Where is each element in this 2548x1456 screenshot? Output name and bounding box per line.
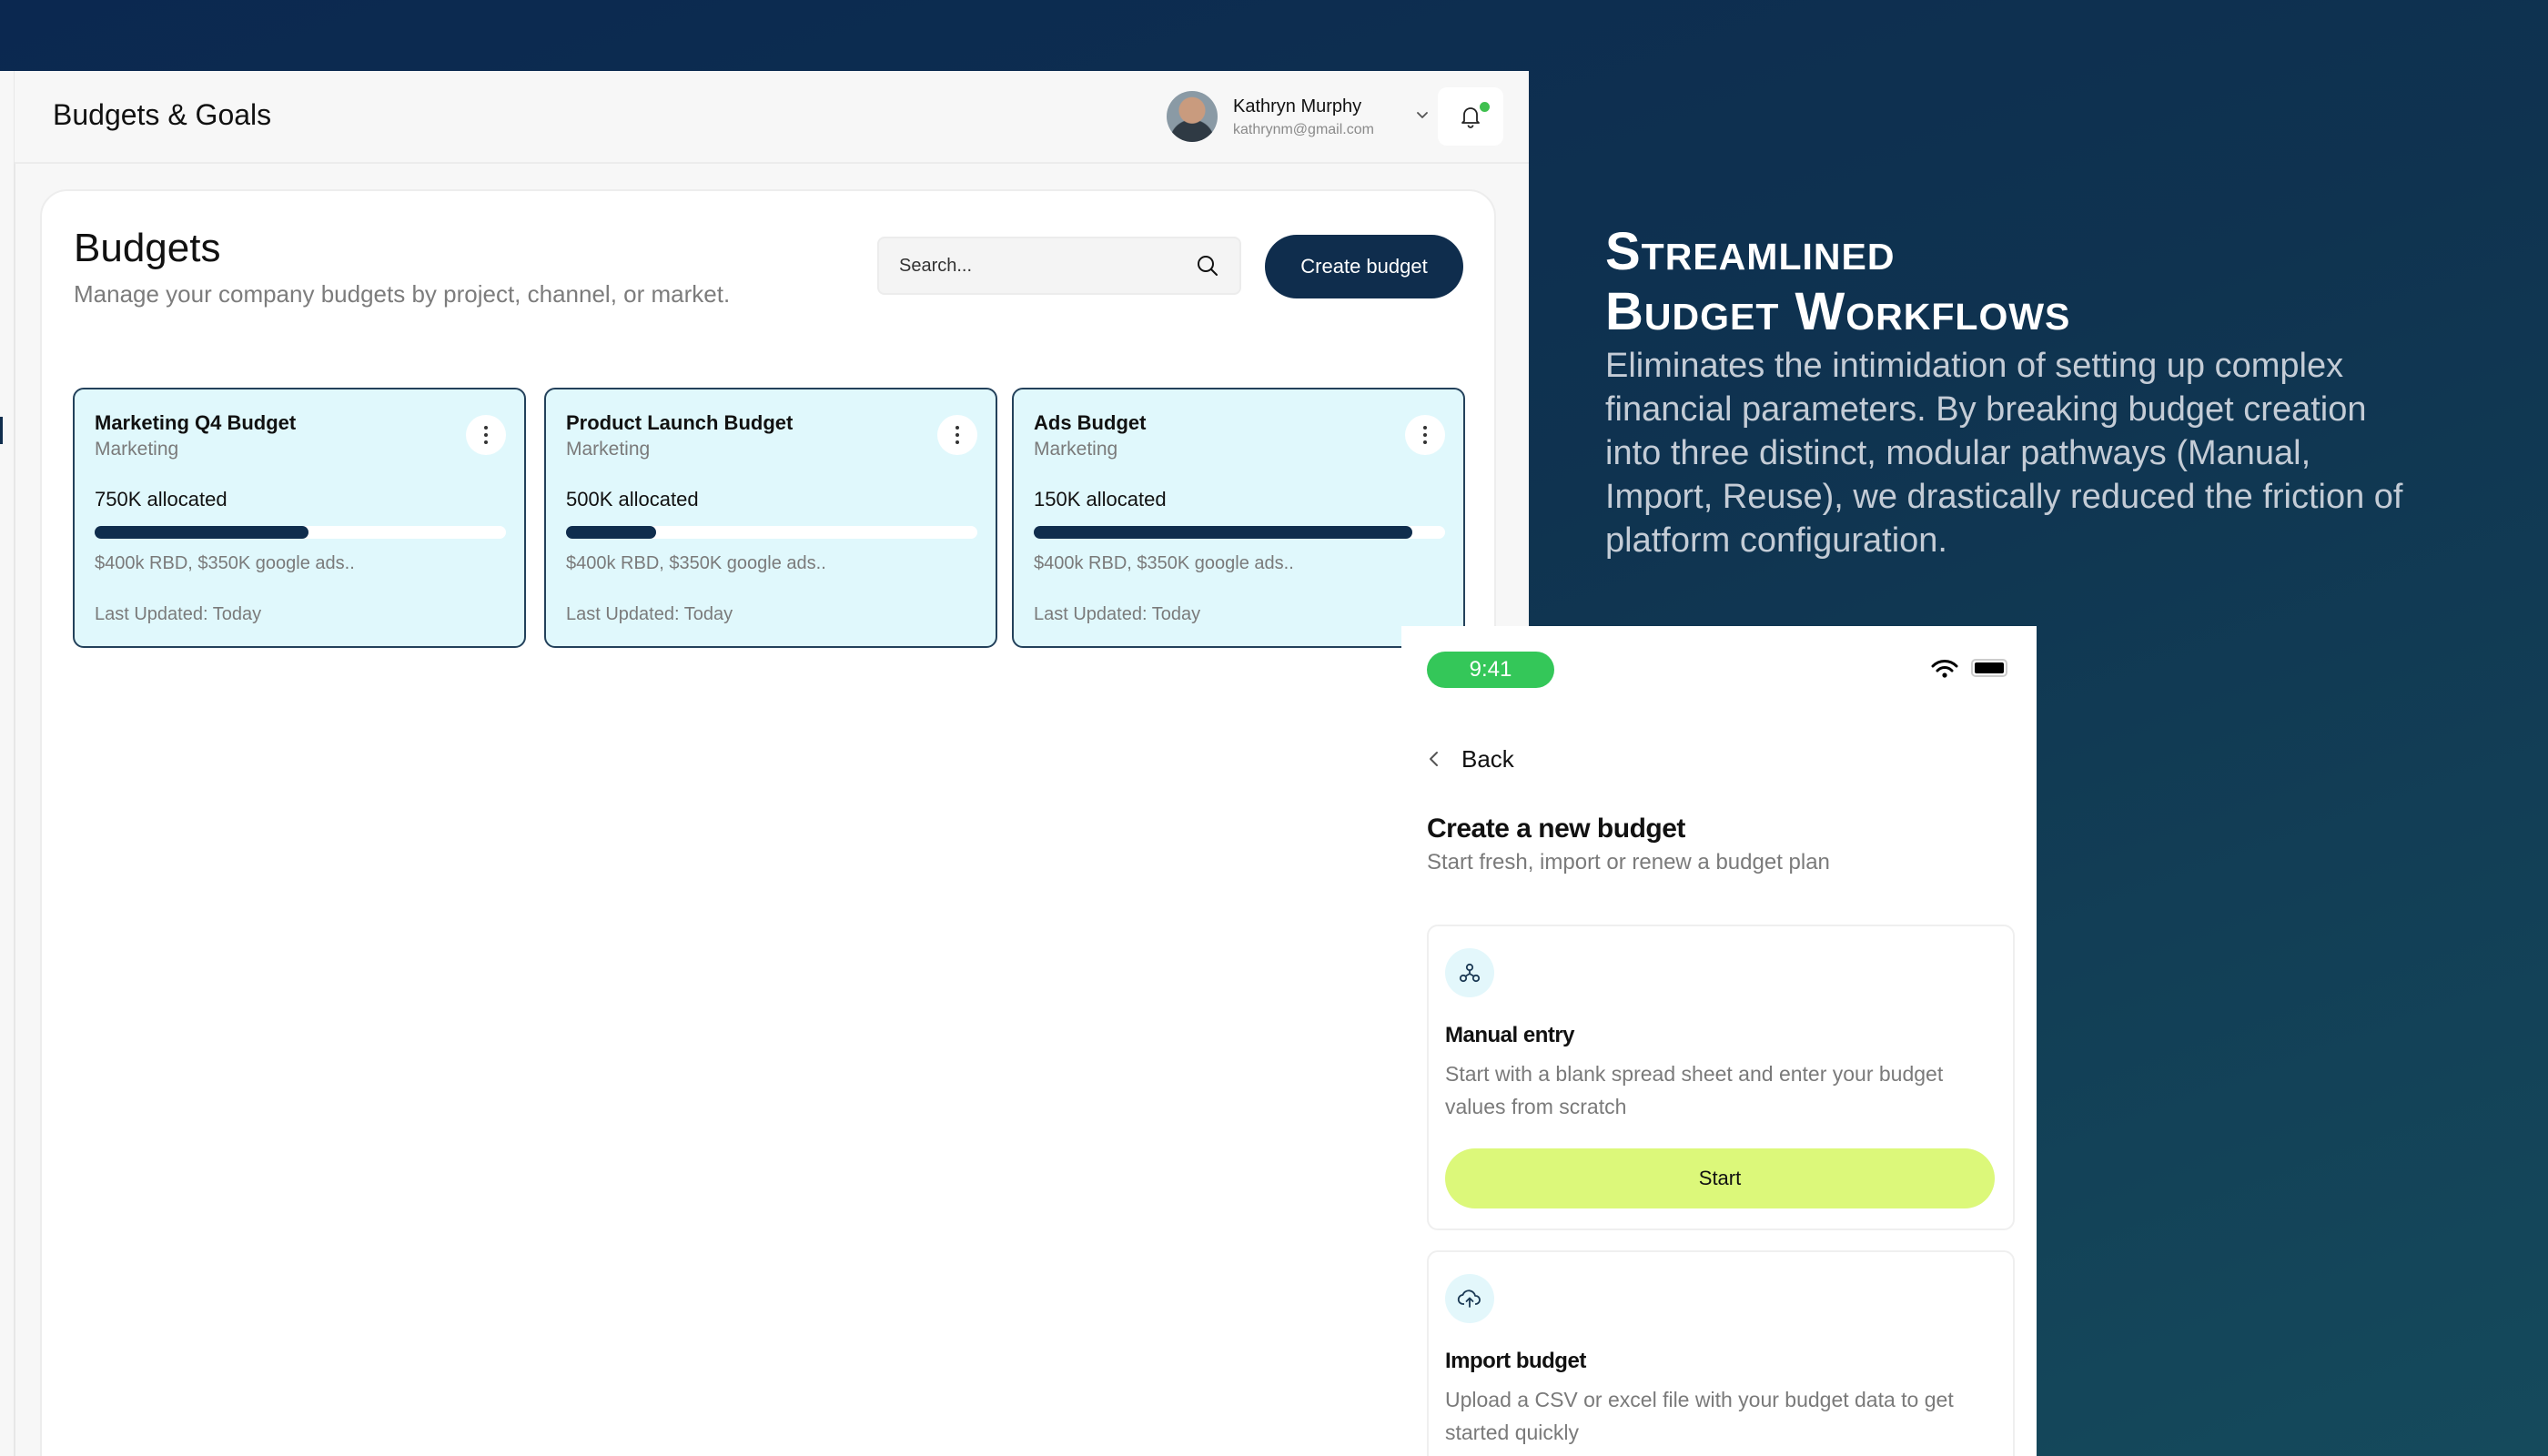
app-title: Budgets & Goals bbox=[53, 98, 272, 131]
budget-progress-fill bbox=[566, 526, 657, 539]
budget-progress-fill bbox=[95, 526, 309, 539]
mobile-screen: 9:41 Back Create a new budget Start fres… bbox=[1401, 626, 2037, 1456]
headline-line-2: Budget Workflows bbox=[1605, 282, 2071, 341]
option-description: Upload a CSV or excel file with your bud… bbox=[1445, 1388, 1954, 1444]
budget-name: Ads Budget bbox=[1034, 411, 1147, 434]
headline-line-1: Streamlined bbox=[1605, 222, 1896, 281]
option-title: Manual entry bbox=[1445, 1023, 1575, 1047]
budget-allocated: 150K allocated bbox=[1034, 488, 1167, 511]
chevron-left-icon bbox=[1430, 752, 1438, 766]
budget-name: Marketing Q4 Budget bbox=[95, 411, 297, 434]
mobile-subtitle: Start fresh, import or renew a budget pl… bbox=[1427, 850, 1830, 875]
budget-details: $400k RBD, $350K google ads.. bbox=[566, 553, 826, 573]
budget-updated: Last Updated: Today bbox=[1034, 604, 1201, 624]
budget-allocated: 500K allocated bbox=[566, 488, 699, 511]
budget-updated: Last Updated: Today bbox=[566, 604, 733, 624]
notifications-button[interactable] bbox=[1438, 87, 1503, 146]
status-time: 9:41 bbox=[1427, 652, 1554, 688]
more-vertical-icon bbox=[484, 426, 488, 444]
sidebar-edge bbox=[14, 71, 15, 1456]
notification-dot bbox=[1478, 100, 1491, 114]
nodes-icon bbox=[1445, 948, 1494, 997]
chevron-down-icon[interactable] bbox=[1414, 107, 1431, 124]
budget-card[interactable]: Product Launch Budget Marketing 500K all… bbox=[544, 388, 997, 648]
budget-progress-bar bbox=[95, 526, 506, 539]
budget-category: Marketing bbox=[1034, 439, 1118, 460]
wifi-icon bbox=[1931, 660, 1958, 678]
battery-icon bbox=[1971, 659, 2007, 677]
page-title: Budgets bbox=[74, 226, 221, 270]
avatar bbox=[1167, 91, 1218, 142]
option-import-budget: Import budget Upload a CSV or excel file… bbox=[1427, 1250, 2015, 1456]
budget-category: Marketing bbox=[95, 439, 179, 460]
more-vertical-icon bbox=[1423, 426, 1427, 444]
user-name: Kathryn Murphy bbox=[1233, 96, 1362, 116]
search-input[interactable]: Search... bbox=[877, 237, 1241, 295]
more-options-button[interactable] bbox=[937, 415, 977, 455]
mobile-title: Create a new budget bbox=[1427, 814, 1685, 844]
option-description: Start with a blank spread sheet and ente… bbox=[1445, 1062, 1944, 1118]
more-options-button[interactable] bbox=[1405, 415, 1445, 455]
feature-headline: Streamlined Budget Workflows bbox=[1605, 222, 2424, 342]
budget-progress-bar bbox=[1034, 526, 1445, 539]
back-button[interactable]: Back bbox=[1427, 741, 1514, 777]
desktop-window: Budgets & Goals Kathryn Murphy kathrynm@… bbox=[0, 71, 1529, 1456]
back-label: Back bbox=[1461, 744, 1514, 773]
search-icon[interactable] bbox=[1196, 254, 1219, 278]
budget-details: $400k RBD, $350K google ads.. bbox=[95, 553, 355, 573]
option-title: Import budget bbox=[1445, 1349, 1586, 1373]
option-manual-entry: Manual entry Start with a blank spread s… bbox=[1427, 925, 2015, 1230]
sidebar-active-marker bbox=[0, 417, 3, 444]
budget-updated: Last Updated: Today bbox=[95, 604, 262, 624]
more-vertical-icon bbox=[956, 426, 959, 444]
user-email: kathrynm@gmail.com bbox=[1233, 122, 1374, 137]
start-button[interactable]: Start bbox=[1445, 1148, 1995, 1208]
budget-allocated: 750K allocated bbox=[95, 488, 228, 511]
page-subtitle: Manage your company budgets by project, … bbox=[74, 280, 731, 308]
budget-name: Product Launch Budget bbox=[566, 411, 794, 434]
budget-card[interactable]: Marketing Q4 Budget Marketing 750K alloc… bbox=[73, 388, 526, 648]
cloud-upload-icon bbox=[1445, 1274, 1494, 1323]
top-bar: Budgets & Goals Kathryn Murphy kathrynm@… bbox=[15, 71, 1529, 164]
budget-cards: Marketing Q4 Budget Marketing 750K alloc… bbox=[73, 388, 1471, 652]
budget-progress-fill bbox=[1034, 526, 1412, 539]
user-menu[interactable]: Kathryn Murphy kathrynm@gmail.com bbox=[1167, 89, 1431, 144]
budget-details: $400k RBD, $350K google ads.. bbox=[1034, 553, 1294, 573]
budget-category: Marketing bbox=[566, 439, 651, 460]
budget-progress-bar bbox=[566, 526, 977, 539]
search-placeholder: Search... bbox=[899, 255, 973, 276]
more-options-button[interactable] bbox=[466, 415, 506, 455]
feature-description: Eliminates the intimidation of setting u… bbox=[1605, 347, 2403, 560]
budgets-panel: Budgets Manage your company budgets by p… bbox=[40, 189, 1496, 1456]
create-budget-button[interactable]: Create budget bbox=[1265, 235, 1463, 298]
budget-card[interactable]: Ads Budget Marketing 150K allocated $400… bbox=[1012, 388, 1465, 648]
